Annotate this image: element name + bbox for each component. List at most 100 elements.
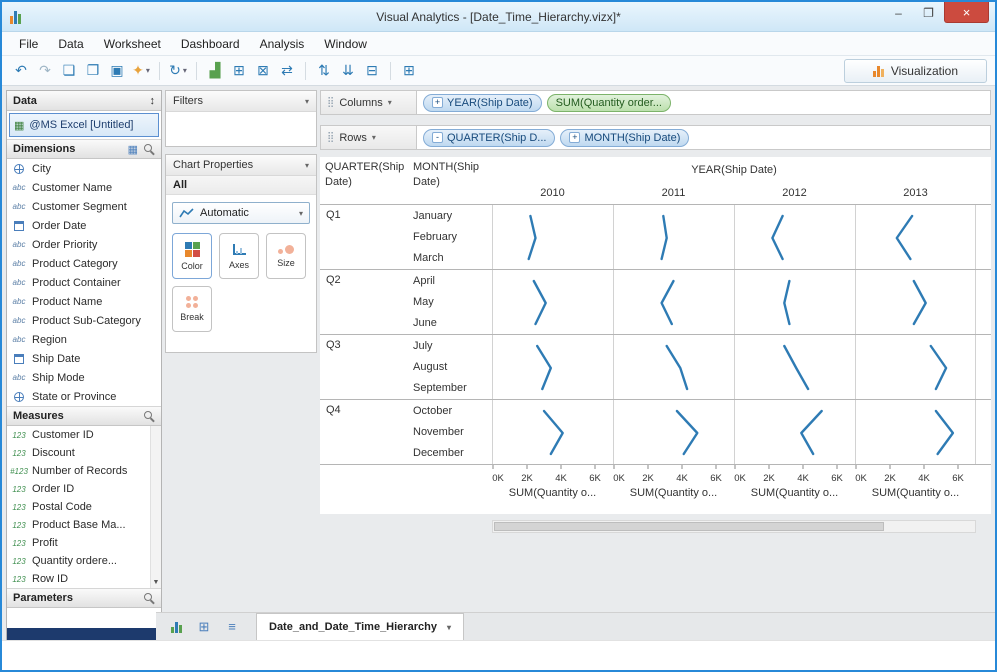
scrollbar-thumb[interactable] (494, 522, 884, 531)
scroll-down-icon[interactable]: ▼ (153, 579, 160, 588)
menu-item-file[interactable]: File (10, 34, 47, 54)
field-postal-code[interactable]: 123 Postal Code (7, 498, 150, 516)
collapse-icon[interactable]: - (432, 132, 443, 143)
quarter-label[interactable]: Q4 (320, 400, 408, 464)
field-ship-date[interactable]: Ship Date (7, 349, 161, 368)
month-label[interactable]: March (413, 248, 492, 269)
expand-icon[interactable]: + (569, 132, 581, 143)
field-region[interactable]: abc Region (7, 330, 161, 349)
menu-item-window[interactable]: Window (315, 34, 376, 54)
color-button[interactable]: Color (172, 233, 212, 279)
rows-shelf[interactable]: ⣿ Rows ▾ - QUARTER(Ship D... + MONTH(Ship D… (320, 125, 991, 150)
line-chart-cell[interactable] (492, 205, 613, 269)
field-row-id[interactable]: 123 Row ID (7, 570, 150, 588)
redo-button[interactable]: ↷ (34, 60, 56, 82)
new-worksheet-button[interactable]: ▟ (204, 60, 226, 82)
field-number-of-records[interactable]: #123 Number of Records (7, 462, 150, 480)
quarter-label[interactable]: Q3 (320, 335, 408, 399)
field-product-category[interactable]: abc Product Category (7, 254, 161, 273)
axes-button[interactable]: Axes (219, 233, 259, 279)
quarter-label[interactable]: Q1 (320, 205, 408, 269)
swap-axes-button[interactable]: ⇄ (276, 60, 298, 82)
data-source-item[interactable]: ▦ @MS Excel [Untitled] (9, 113, 159, 137)
close-button[interactable]: × (944, 2, 989, 23)
field-product-container[interactable]: abc Product Container (7, 273, 161, 292)
sort-ascending-button[interactable]: ⇅ (313, 60, 335, 82)
line-chart-cell[interactable] (734, 400, 855, 464)
rows-shelf-label[interactable]: ⣿ Rows ▾ (321, 126, 417, 149)
line-chart-cell[interactable] (613, 205, 734, 269)
search-icon[interactable] (144, 410, 155, 422)
break-button[interactable]: Break (172, 286, 212, 332)
field-state-or-province[interactable]: State or Province (7, 387, 161, 406)
x-axis-title[interactable]: SUM(Quantity o... (492, 487, 613, 507)
new-worksheet-tab-button[interactable] (166, 616, 186, 638)
line-chart-cell[interactable] (613, 335, 734, 399)
chevron-down-icon[interactable]: ▾ (388, 98, 392, 107)
year-label-2013[interactable]: 2013 (855, 187, 976, 199)
new-dashboard-tab-button[interactable]: ⊞ (194, 616, 214, 638)
field-customer-segment[interactable]: abc Customer Segment (7, 197, 161, 216)
clear-sheet-button[interactable]: ⊠ (252, 60, 274, 82)
field-order-date[interactable]: Order Date (7, 216, 161, 235)
field-customer-name[interactable]: abc Customer Name (7, 178, 161, 197)
x-axis[interactable]: 0K 2K 4K 6K (492, 465, 613, 487)
field-discount[interactable]: 123 Discount (7, 444, 150, 462)
save-button[interactable]: ▣ (106, 60, 128, 82)
labels-button[interactable]: ⊞ (398, 60, 420, 82)
line-chart-cell[interactable] (855, 270, 976, 334)
field-order-id[interactable]: 123 Order ID (7, 480, 150, 498)
sort-descending-button[interactable]: ⇊ (337, 60, 359, 82)
field-product-name[interactable]: abc Product Name (7, 292, 161, 311)
x-axis-title[interactable]: SUM(Quantity o... (734, 487, 855, 507)
line-chart-cell[interactable] (613, 270, 734, 334)
field-product-sub-category[interactable]: abc Product Sub-Category (7, 311, 161, 330)
month-label[interactable]: April (413, 270, 492, 291)
year-label-2012[interactable]: 2012 (734, 187, 855, 199)
menu-item-analysis[interactable]: Analysis (251, 34, 314, 54)
month-label[interactable]: June (413, 313, 492, 334)
mark-type-select[interactable]: Automatic ▾ (172, 202, 310, 224)
data-connection-button[interactable]: ✦ ▾ (130, 60, 152, 82)
line-chart-cell[interactable] (855, 335, 976, 399)
field-city[interactable]: City (7, 159, 161, 178)
month-label[interactable]: August (413, 356, 492, 377)
year-label-2010[interactable]: 2010 (492, 187, 613, 199)
horizontal-scrollbar[interactable] (492, 520, 976, 533)
field-product-base-ma[interactable]: 123 Product Base Ma... (7, 516, 150, 534)
columns-shelf[interactable]: ⣿ Columns ▾ + YEAR(Ship Date) SUM(Quantity… (320, 90, 991, 115)
refresh-button[interactable]: ↻ ▾ (167, 60, 189, 82)
minimize-button[interactable]: – (884, 2, 913, 23)
size-button[interactable]: Size (266, 233, 306, 279)
month-label[interactable]: November (413, 421, 492, 442)
chevron-down-icon[interactable]: ▾ (305, 161, 309, 170)
new-dashboard-button[interactable]: ⊞ (228, 60, 250, 82)
expand-icon[interactable]: + (432, 97, 443, 108)
chevron-down-icon[interactable]: ▾ (183, 66, 187, 75)
filters-card-header[interactable]: Filters ▾ (166, 91, 316, 112)
field-order-priority[interactable]: abc Order Priority (7, 235, 161, 254)
chevron-down-icon[interactable]: ▾ (447, 623, 451, 632)
shelf-pill[interactable]: + YEAR(Ship Date) (423, 93, 542, 112)
month-label[interactable]: July (413, 335, 492, 356)
sheet-tab[interactable]: Date_and_Date_Time_Hierarchy ▾ (256, 612, 464, 641)
month-label[interactable]: January (413, 205, 492, 226)
x-axis[interactable]: 0K 2K 4K 6K (613, 465, 734, 487)
chart-properties-header[interactable]: Chart Properties ▾ (166, 155, 316, 176)
menu-item-dashboard[interactable]: Dashboard (172, 34, 249, 54)
line-chart-cell[interactable] (855, 400, 976, 464)
line-chart-cell[interactable] (734, 270, 855, 334)
month-label[interactable]: February (413, 226, 492, 247)
month-label[interactable]: December (413, 443, 492, 464)
line-chart-cell[interactable] (492, 270, 613, 334)
line-chart-cell[interactable] (492, 400, 613, 464)
line-chart-cell[interactable] (734, 335, 855, 399)
shelf-pill[interactable]: - QUARTER(Ship D... (423, 128, 556, 147)
shelf-pill[interactable]: + MONTH(Ship Date) (560, 128, 690, 147)
month-label[interactable]: September (413, 378, 492, 399)
sheet-list-button[interactable]: ≡ (222, 616, 242, 638)
chevron-down-icon[interactable]: ▾ (305, 97, 309, 106)
year-axis-title[interactable]: YEAR(Ship Date) (492, 157, 976, 182)
view-data-icon[interactable]: ▦ (128, 143, 138, 156)
columns-shelf-label[interactable]: ⣿ Columns ▾ (321, 91, 417, 114)
